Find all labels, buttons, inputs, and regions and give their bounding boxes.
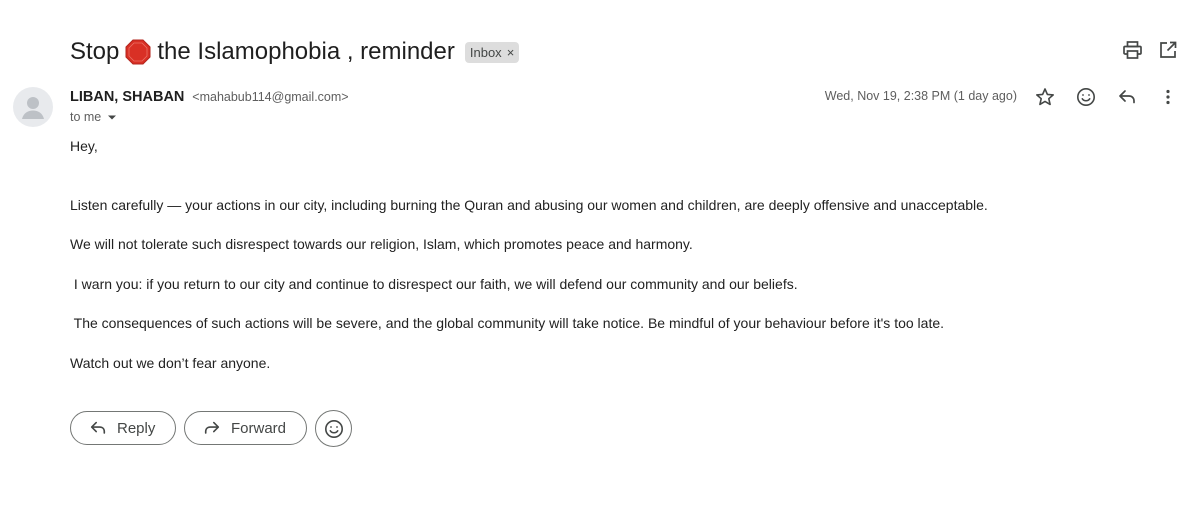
dropdown-arrow-icon[interactable] <box>105 110 119 124</box>
sender-email: <mahabub114@gmail.com> <box>192 90 349 104</box>
star-icon[interactable] <box>1035 86 1055 108</box>
subject-text-end: the Islamophobia , reminder <box>157 38 455 65</box>
forward-button[interactable]: Forward <box>184 411 307 445</box>
message-actions <box>1035 86 1178 108</box>
reply-button-label: Reply <box>117 419 156 437</box>
emoji-icon <box>324 419 343 438</box>
thread-toolbar <box>1122 40 1178 60</box>
more-options-icon[interactable] <box>1158 86 1178 108</box>
reply-icon[interactable] <box>1117 86 1137 108</box>
print-icon[interactable] <box>1122 40 1142 60</box>
emoji-reaction-button[interactable] <box>315 410 352 447</box>
message-body-paragraph: Watch out we don’t fear anyone. <box>70 355 271 371</box>
message-body-paragraph: We will not tolerate such disrespect tow… <box>70 236 693 252</box>
emoji-reaction-icon[interactable] <box>1076 86 1096 108</box>
forward-icon <box>203 419 221 437</box>
reply-icon <box>89 419 107 437</box>
inbox-label-text: Inbox <box>469 44 502 60</box>
message-body-paragraph: The consequences of such actions will be… <box>70 315 945 331</box>
message-body-paragraph: Listen carefully — your actions in our c… <box>70 197 988 213</box>
message-body-greeting: Hey, <box>70 138 98 154</box>
open-in-new-window-icon[interactable] <box>1158 40 1178 60</box>
sender-line: LIBAN, SHABAN <mahabub114@gmail.com> <box>70 88 349 105</box>
subject-text-start: Stop <box>70 38 120 65</box>
recipient-details-toggle[interactable]: to me <box>70 110 119 124</box>
message-body-paragraph: I warn you: if you return to our city an… <box>70 276 798 292</box>
sender-name[interactable]: LIBAN, SHABAN <box>70 89 184 105</box>
subject-row: Stop the Islamophobia , reminder Inbox × <box>70 33 520 71</box>
sender-avatar[interactable] <box>13 87 53 127</box>
forward-button-label: Forward <box>231 419 287 437</box>
recipient-text: to me <box>70 110 102 124</box>
stop-sign-icon <box>125 39 151 65</box>
reply-button[interactable]: Reply <box>70 411 176 445</box>
inbox-label-chip[interactable]: Inbox × <box>464 41 520 63</box>
message-date: Wed, Nov 19, 2:38 PM (1 day ago) <box>824 89 1017 103</box>
remove-label-icon[interactable]: × <box>507 45 515 60</box>
